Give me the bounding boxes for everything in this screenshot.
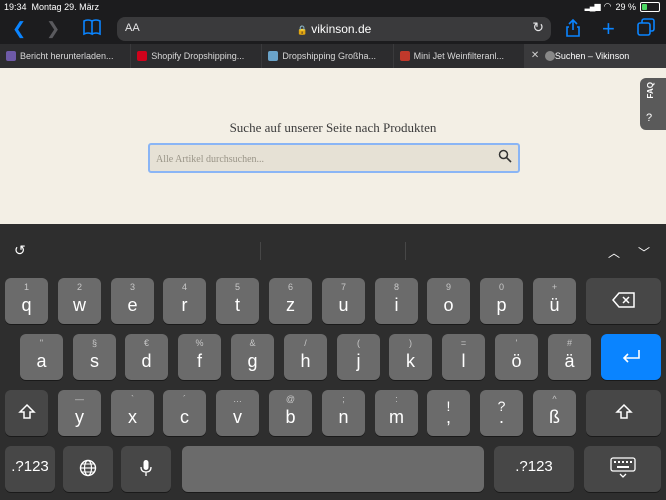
shift-icon (5, 403, 48, 425)
help-icon: ? (646, 112, 653, 124)
key-b[interactable]: @ b (269, 390, 312, 436)
dictation-key[interactable] (121, 446, 171, 492)
key-sz[interactable]: ^ ß (533, 390, 576, 436)
shift-key-left[interactable] (5, 390, 48, 436)
key-v[interactable]: … v (216, 390, 259, 436)
key-comma[interactable]: !, (427, 390, 470, 436)
key-d[interactable]: € d (125, 334, 168, 380)
tab-3[interactable]: Dropshipping Großha... (262, 44, 394, 68)
key-o[interactable]: 9o (427, 278, 470, 324)
key-i[interactable]: 8i (375, 278, 418, 324)
undo-icon[interactable]: ↺ (14, 242, 26, 259)
key-ae[interactable]: # ä (548, 334, 591, 380)
keyboard-dismiss-icon (584, 457, 661, 483)
page-title: Suche auf unserer Seite nach Produkten (229, 120, 437, 135)
address-bar[interactable]: AA 🔒 vikinson.de ↻ (117, 17, 551, 41)
key-t[interactable]: 5t (216, 278, 259, 324)
return-key[interactable] (601, 334, 661, 380)
tab-4[interactable]: Mini Jet Weinfilteranl... (394, 44, 525, 68)
key-period[interactable]: ?. (480, 390, 523, 436)
status-time-date: 19:34 Montag 29. März (4, 2, 100, 12)
tab-1[interactable]: Bericht herunterladen... (0, 44, 132, 68)
key-e[interactable]: 3e (111, 278, 154, 324)
shift-key-right[interactable] (586, 390, 661, 436)
globe-icon (63, 459, 113, 481)
return-icon (601, 348, 661, 368)
search-box[interactable] (148, 143, 520, 173)
key-oe[interactable]: ' ö (495, 334, 538, 380)
key-l[interactable]: = l (442, 334, 485, 380)
key-n[interactable]: ; n (322, 390, 365, 436)
space-key[interactable] (182, 446, 484, 492)
battery-icon (640, 1, 660, 12)
microphone-icon (121, 459, 171, 481)
tab-active[interactable]: ✕ Suchen – Vikinson (524, 44, 666, 68)
key-h[interactable]: / h (284, 334, 327, 380)
tab-bar: Bericht herunterladen... Shopify Dropshi… (0, 44, 666, 68)
backspace-icon (586, 292, 661, 312)
keyboard-suggestion-bar: ↺ ︿ ﹀ (0, 224, 666, 272)
key-f[interactable]: % f (178, 334, 221, 380)
backspace-key[interactable] (586, 278, 661, 324)
forward-icon[interactable]: ❯ (46, 18, 60, 40)
key-a[interactable]: " a (20, 334, 63, 380)
faq-tab[interactable]: FAQ ? (640, 78, 666, 130)
close-tab-icon[interactable]: ✕ (531, 44, 539, 68)
key-w[interactable]: 2w (58, 278, 101, 324)
hide-keyboard-key[interactable] (584, 446, 661, 492)
tab-favicon (6, 51, 16, 61)
chevron-up-icon[interactable]: ︿ (608, 244, 620, 261)
key-p[interactable]: 0p (480, 278, 523, 324)
web-page: Suche auf unserer Seite nach Produkten F… (0, 68, 666, 224)
tab-favicon (137, 51, 148, 61)
shift-icon (586, 403, 661, 425)
back-icon[interactable]: ❮ (12, 18, 26, 40)
key-x[interactable]: ` x (111, 390, 154, 436)
key-g[interactable]: & g (231, 334, 274, 380)
tab-favicon (268, 51, 279, 61)
lock-icon: 🔒 (296, 25, 308, 35)
key-c[interactable]: ´ c (163, 390, 206, 436)
status-bar: 19:34 Montag 29. März ▂▄▆ ◠ 29 % (0, 0, 666, 14)
battery-percent: 29 % (615, 1, 636, 12)
tabs-overview-icon[interactable] (637, 18, 655, 42)
url-text[interactable]: 🔒 vikinson.de (117, 22, 551, 36)
wifi-icon: ◠ (603, 1, 612, 11)
search-icon[interactable] (498, 149, 512, 168)
key-u[interactable]: 7u (322, 278, 365, 324)
key-m[interactable]: :m (375, 390, 418, 436)
chevron-down-icon[interactable]: ﹀ (638, 244, 650, 261)
key-s[interactable]: § s (73, 334, 116, 380)
key-z[interactable]: 6z (269, 278, 312, 324)
numbers-key-left[interactable]: .?123 (5, 446, 55, 492)
key-k[interactable]: ) k (389, 334, 432, 380)
on-screen-keyboard: ↺ ︿ ﹀ 1q 2w 3e 4r 5t 6z 7u 8i 9o 0p + ü "… (0, 224, 666, 500)
bookmarks-icon[interactable] (82, 18, 102, 42)
tab-favicon (544, 51, 555, 61)
signal-icon: ▂▄▆ (584, 2, 601, 11)
key-q[interactable]: 1q (5, 278, 48, 324)
key-y[interactable]: — y (58, 390, 101, 436)
key-j[interactable]: (j (337, 334, 380, 380)
share-icon[interactable] (565, 18, 581, 44)
browser-toolbar: ❮ ❯ AA 🔒 vikinson.de ↻ + (0, 14, 666, 44)
tab-favicon (399, 51, 410, 61)
tab-2[interactable]: Shopify Dropshipping... (131, 44, 263, 68)
reload-icon[interactable]: ↻ (532, 19, 544, 36)
globe-key[interactable] (63, 446, 113, 492)
search-input[interactable] (150, 145, 488, 173)
new-tab-icon[interactable]: + (602, 18, 615, 40)
key-ue[interactable]: + ü (533, 278, 576, 324)
numbers-key-right[interactable]: .?123 (494, 446, 574, 492)
key-r[interactable]: 4r (163, 278, 206, 324)
